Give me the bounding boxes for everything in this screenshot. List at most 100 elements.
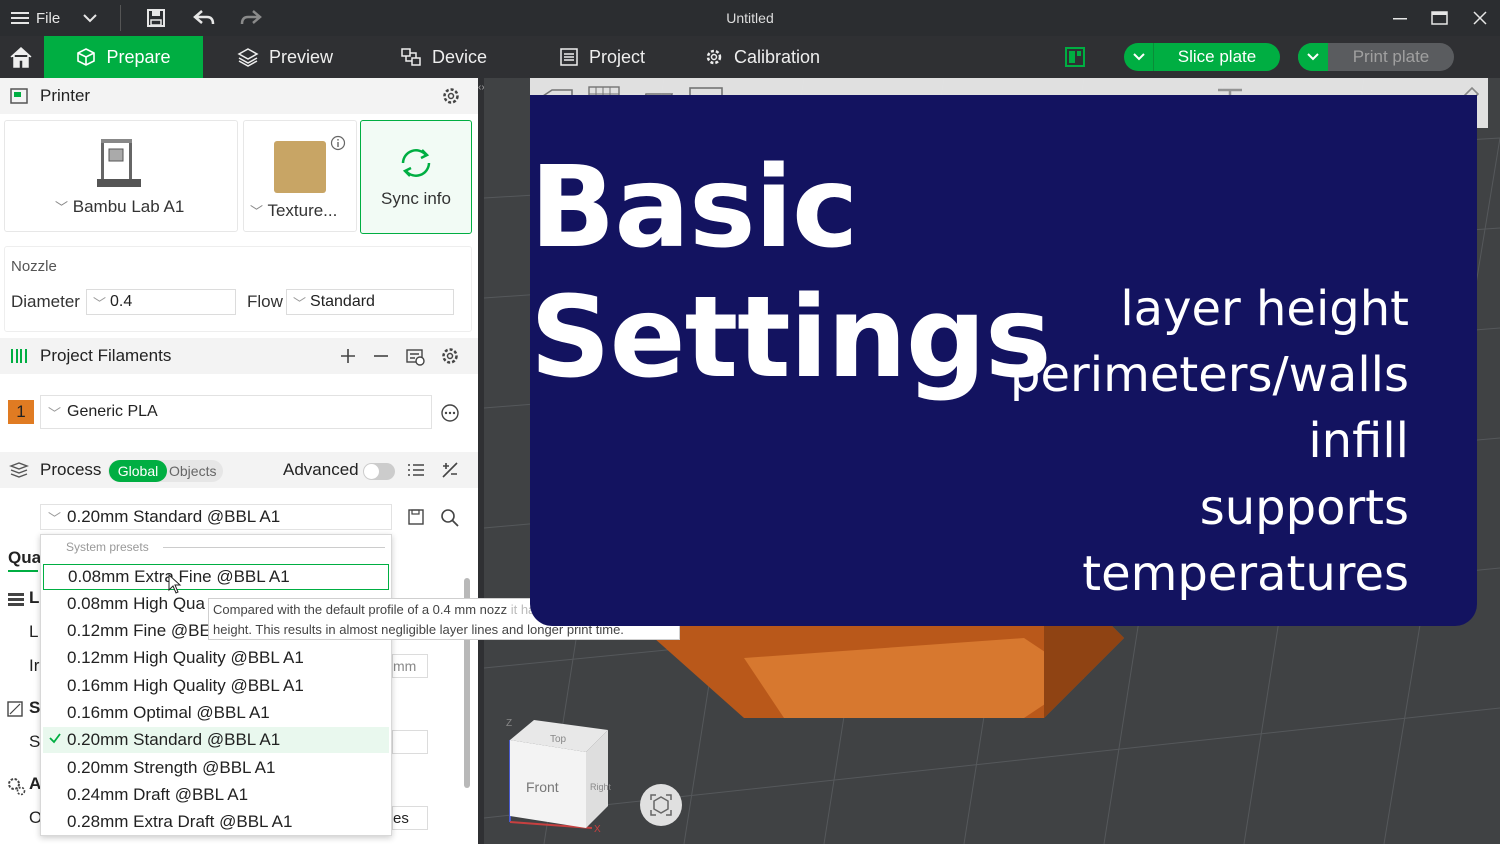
preset-item[interactable]: 0.16mm High Quality @BBL A1 bbox=[43, 673, 389, 699]
nozzle-heading: Nozzle bbox=[11, 258, 57, 275]
tab-prepare[interactable]: Prepare bbox=[44, 36, 203, 78]
maximize-icon[interactable] bbox=[1431, 0, 1449, 36]
reset-view-icon[interactable] bbox=[640, 784, 682, 826]
mm-field[interactable]: mm bbox=[392, 654, 428, 678]
plate-card[interactable]: ﹀ Texture... bbox=[243, 120, 357, 232]
tab-calibration-label[interactable]: Calibration bbox=[734, 47, 820, 68]
tab-device-label[interactable]: Device bbox=[432, 47, 487, 68]
redo-icon[interactable] bbox=[240, 0, 262, 36]
print-plate-label[interactable]: Print plate bbox=[1328, 47, 1454, 67]
tab-device[interactable]: Device bbox=[400, 36, 487, 78]
add-filament-plus-icon[interactable] bbox=[340, 348, 356, 364]
printer-model-label[interactable]: Bambu Lab A1 bbox=[73, 197, 185, 216]
save-icon[interactable] bbox=[146, 0, 166, 36]
preset-item-label[interactable]: 0.12mm High Quality @BBL A1 bbox=[67, 648, 304, 668]
close-icon[interactable] bbox=[1472, 0, 1488, 36]
diameter-value[interactable]: 0.4 bbox=[110, 293, 132, 311]
filament-name[interactable]: Generic PLA bbox=[67, 403, 158, 421]
preset-item-label[interactable]: 0.28mm Extra Draft @BBL A1 bbox=[67, 812, 292, 832]
toggle-knob bbox=[364, 464, 379, 479]
filament-settings-gear-icon[interactable] bbox=[440, 346, 460, 366]
seam-field[interactable] bbox=[392, 730, 428, 754]
preset-item-label[interactable]: 0.20mm Strength @BBL A1 bbox=[67, 758, 275, 778]
filament-spool-icon bbox=[9, 347, 29, 365]
preset-item[interactable]: 0.24mm Draft @BBL A1 bbox=[43, 782, 389, 808]
printer-model-select[interactable]: ﹀ Bambu Lab A1 bbox=[55, 197, 184, 217]
cube-icon bbox=[76, 47, 96, 67]
tab-preview[interactable]: Preview bbox=[237, 36, 333, 78]
list-view-icon[interactable] bbox=[407, 462, 425, 478]
more-options-icon[interactable] bbox=[440, 403, 460, 423]
tab-project[interactable]: Project bbox=[559, 36, 645, 78]
preset-item-label[interactable]: 0.16mm Optimal @BBL A1 bbox=[67, 703, 270, 723]
flow-select[interactable]: ﹀ Standard bbox=[286, 289, 454, 315]
hamburger-menu-icon[interactable] bbox=[10, 10, 30, 26]
preset-item-label[interactable]: 0.20mm Standard @BBL A1 bbox=[67, 730, 280, 750]
seam-section-icon bbox=[6, 700, 24, 718]
preset-item-label[interactable]: 0.08mm High Qua bbox=[67, 594, 205, 614]
mouse-cursor-icon bbox=[168, 574, 182, 594]
filament-sync-icon[interactable] bbox=[405, 346, 425, 366]
preset-item-label[interactable]: 0.16mm High Quality @BBL A1 bbox=[67, 676, 304, 696]
preset-item[interactable]: 0.28mm Extra Draft @BBL A1 bbox=[43, 809, 389, 835]
preset-item[interactable]: 0.16mm Optimal @BBL A1 bbox=[43, 700, 389, 726]
file-menu[interactable]: File bbox=[10, 0, 60, 36]
option-field[interactable]: es bbox=[392, 806, 428, 830]
tab-prepare-label[interactable]: Prepare bbox=[106, 47, 170, 68]
flow-value[interactable]: Standard bbox=[310, 293, 375, 311]
diameter-select[interactable]: ﹀ 0.4 bbox=[86, 289, 236, 315]
slice-options-chevron-icon[interactable] bbox=[1124, 43, 1154, 71]
sync-info-label[interactable]: Sync info bbox=[361, 189, 471, 209]
save-preset-icon[interactable] bbox=[407, 508, 425, 526]
chevron-down-icon[interactable] bbox=[82, 0, 98, 36]
chevron-down-icon: ﹀ bbox=[48, 510, 62, 526]
quality-tab[interactable]: Qua bbox=[8, 548, 41, 568]
tab-global[interactable]: Global bbox=[109, 460, 167, 482]
plate-type-label[interactable]: Texture... bbox=[267, 201, 337, 220]
preset-item-selected[interactable]: 0.20mm Standard @BBL A1 bbox=[43, 727, 389, 753]
print-plate-button[interactable]: Print plate bbox=[1298, 43, 1454, 71]
process-section-header: Process Global Objects Advanced bbox=[0, 452, 478, 488]
preset-item[interactable]: 0.12mm High Quality @BBL A1 bbox=[43, 645, 389, 671]
overlay-line: infill bbox=[1308, 413, 1409, 469]
filament-select[interactable]: ﹀ Generic PLA bbox=[40, 395, 432, 429]
tab-preview-label[interactable]: Preview bbox=[269, 47, 333, 68]
printer-card[interactable]: ﹀ Bambu Lab A1 bbox=[4, 120, 238, 232]
preset-item[interactable]: 0.08mm Extra Fine @BBL A1 bbox=[43, 564, 389, 590]
compare-icon[interactable] bbox=[441, 461, 459, 479]
sync-info-button[interactable]: Sync info bbox=[360, 120, 472, 234]
group-divider bbox=[163, 547, 385, 548]
slice-plate-button[interactable]: Slice plate bbox=[1124, 43, 1280, 71]
top-face-label: Top bbox=[550, 734, 567, 745]
overlay-line: perimeters/walls bbox=[1010, 347, 1409, 403]
tab-project-label[interactable]: Project bbox=[589, 47, 645, 68]
filaments-heading: Project Filaments bbox=[40, 346, 172, 365]
home-icon[interactable] bbox=[0, 36, 42, 78]
slice-plate-label[interactable]: Slice plate bbox=[1154, 47, 1280, 67]
view-cube[interactable]: Z Top Front Right X bbox=[502, 712, 612, 832]
file-menu-label[interactable]: File bbox=[36, 10, 60, 27]
z-axis-label: Z bbox=[506, 718, 512, 729]
tab-objects[interactable]: Objects bbox=[169, 460, 216, 482]
search-icon[interactable] bbox=[440, 508, 460, 528]
quality-tab-underline bbox=[8, 570, 38, 572]
initial-layer-fragment: Ir bbox=[29, 656, 40, 675]
preset-item-label[interactable]: 0.24mm Draft @BBL A1 bbox=[67, 785, 248, 805]
plate-type-select[interactable]: ﹀ Texture... bbox=[250, 201, 337, 221]
filament-slot-badge[interactable]: 1 bbox=[8, 400, 34, 424]
printer-settings-gear-icon[interactable] bbox=[441, 86, 461, 106]
remove-filament-minus-icon[interactable] bbox=[373, 348, 389, 364]
process-preset-select[interactable]: ﹀ 0.20mm Standard @BBL A1 bbox=[40, 504, 392, 530]
undo-icon[interactable] bbox=[193, 0, 215, 36]
preset-item-label[interactable]: 0.12mm Fine @BE bbox=[67, 621, 211, 641]
process-preset-value[interactable]: 0.20mm Standard @BBL A1 bbox=[67, 507, 280, 527]
minimize-icon[interactable] bbox=[1392, 0, 1408, 36]
preset-item[interactable]: 0.20mm Strength @BBL A1 bbox=[43, 755, 389, 781]
x-axis-label: X bbox=[594, 824, 601, 832]
tab-calibration[interactable]: Calibration bbox=[704, 36, 820, 78]
print-options-chevron-icon[interactable] bbox=[1298, 43, 1328, 71]
advanced-toggle[interactable] bbox=[363, 463, 395, 480]
chevron-down-icon: ﹀ bbox=[55, 200, 69, 215]
info-icon[interactable] bbox=[330, 135, 346, 151]
plate-layout-icon[interactable] bbox=[1064, 36, 1086, 78]
